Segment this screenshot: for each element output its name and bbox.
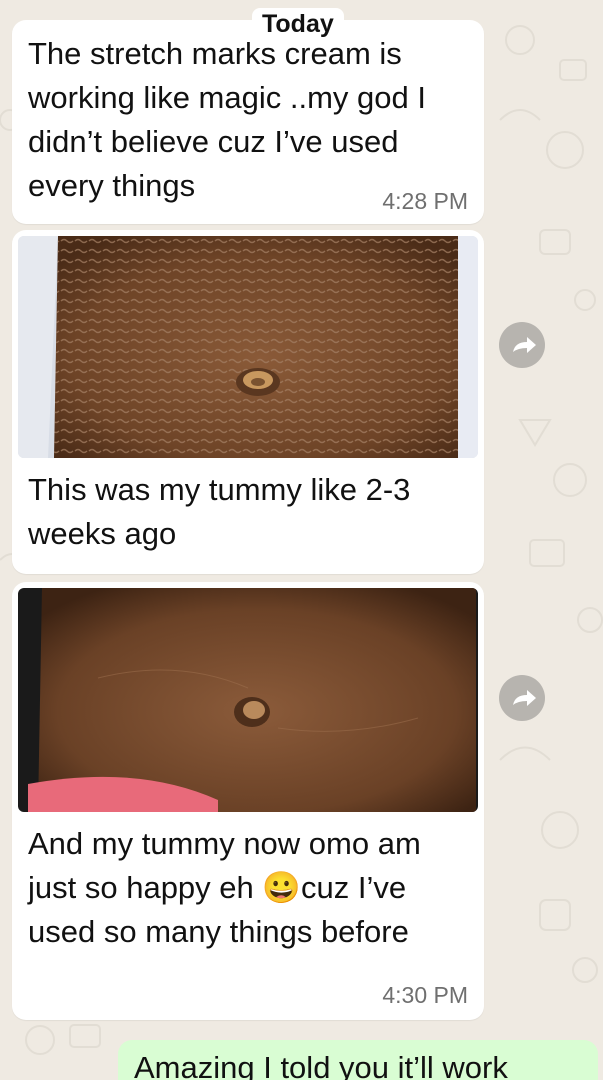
- message-timestamp: 4:28 PM: [382, 188, 468, 214]
- message-timestamp: 4:30 PM: [382, 982, 468, 1008]
- incoming-image-message-bubble[interactable]: This was my tummy like 2-3 weeks ago: [12, 230, 484, 574]
- forward-icon[interactable]: [499, 675, 545, 721]
- incoming-message-bubble[interactable]: The stretch marks cream is working like …: [12, 20, 484, 224]
- outgoing-message-bubble[interactable]: Amazing I told you it’ll work: [118, 1040, 598, 1080]
- image-caption: This was my tummy like 2-3 weeks ago: [28, 472, 411, 551]
- message-text: The stretch marks cream is working like …: [28, 36, 426, 203]
- image-caption: And my tummy now omo am just so happy eh…: [28, 826, 421, 949]
- message-text: Amazing I told you it’ll work: [134, 1050, 508, 1080]
- incoming-image-message-bubble[interactable]: And my tummy now omo am just so happy eh…: [12, 582, 484, 1020]
- forward-icon[interactable]: [499, 322, 545, 368]
- belly-photo-after[interactable]: [18, 588, 478, 812]
- date-divider: Today: [252, 8, 344, 39]
- belly-photo-before[interactable]: [18, 236, 478, 458]
